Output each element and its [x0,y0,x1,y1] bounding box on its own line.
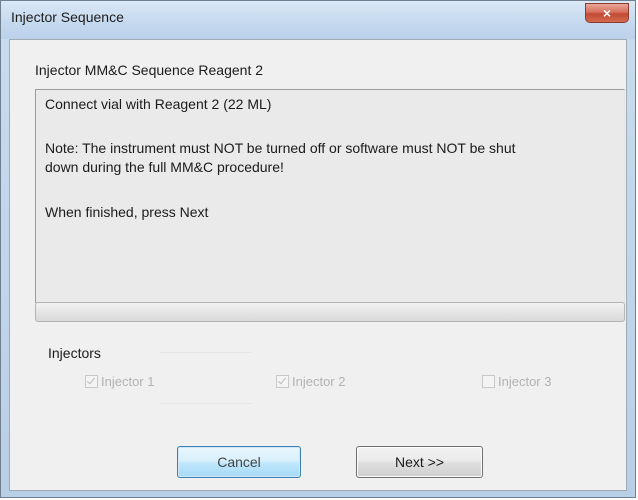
checkbox-unchecked-icon [482,375,495,388]
next-button[interactable]: Next >> [356,446,483,478]
injector-2-checkbox[interactable]: Injector 2 [276,374,345,389]
message-connect-vial: Connect vial with Reagent 2 (22 ML) [45,96,272,112]
injector-2-label: Injector 2 [292,374,346,389]
sequence-heading: Injector MM&C Sequence Reagent 2 [35,62,264,78]
title-bar[interactable]: Injector Sequence × [1,1,635,39]
message-box: Connect vial with Reagent 2 (22 ML) Note… [35,89,625,303]
injector-1-checkbox[interactable]: Injector 1 [85,374,154,389]
injector-3-label: Injector 3 [498,374,552,389]
message-note-line2: down during the full MM&C procedure! [45,159,284,175]
close-button[interactable]: × [585,3,629,23]
checkbox-checked-icon [276,375,289,388]
injectors-group-border-bottom [160,403,252,404]
window-title: Injector Sequence [11,9,124,25]
injector-3-checkbox[interactable]: Injector 3 [482,374,551,389]
cancel-button[interactable]: Cancel [177,446,301,478]
message-instruction: When finished, press Next [45,204,209,220]
close-icon: × [602,5,612,21]
checkbox-checked-icon [85,375,98,388]
injector-sequence-window: Injector Sequence × Injector MM&C Sequen… [0,0,636,498]
dialog-body: Injector MM&C Sequence Reagent 2 Connect… [9,39,627,491]
message-note-line1: Note: The instrument must NOT be turned … [45,140,516,156]
sequence-progress-bar [35,302,625,322]
injectors-group-label: Injectors [47,345,102,361]
injector-1-label: Injector 1 [101,374,155,389]
injectors-group-border [160,352,252,353]
